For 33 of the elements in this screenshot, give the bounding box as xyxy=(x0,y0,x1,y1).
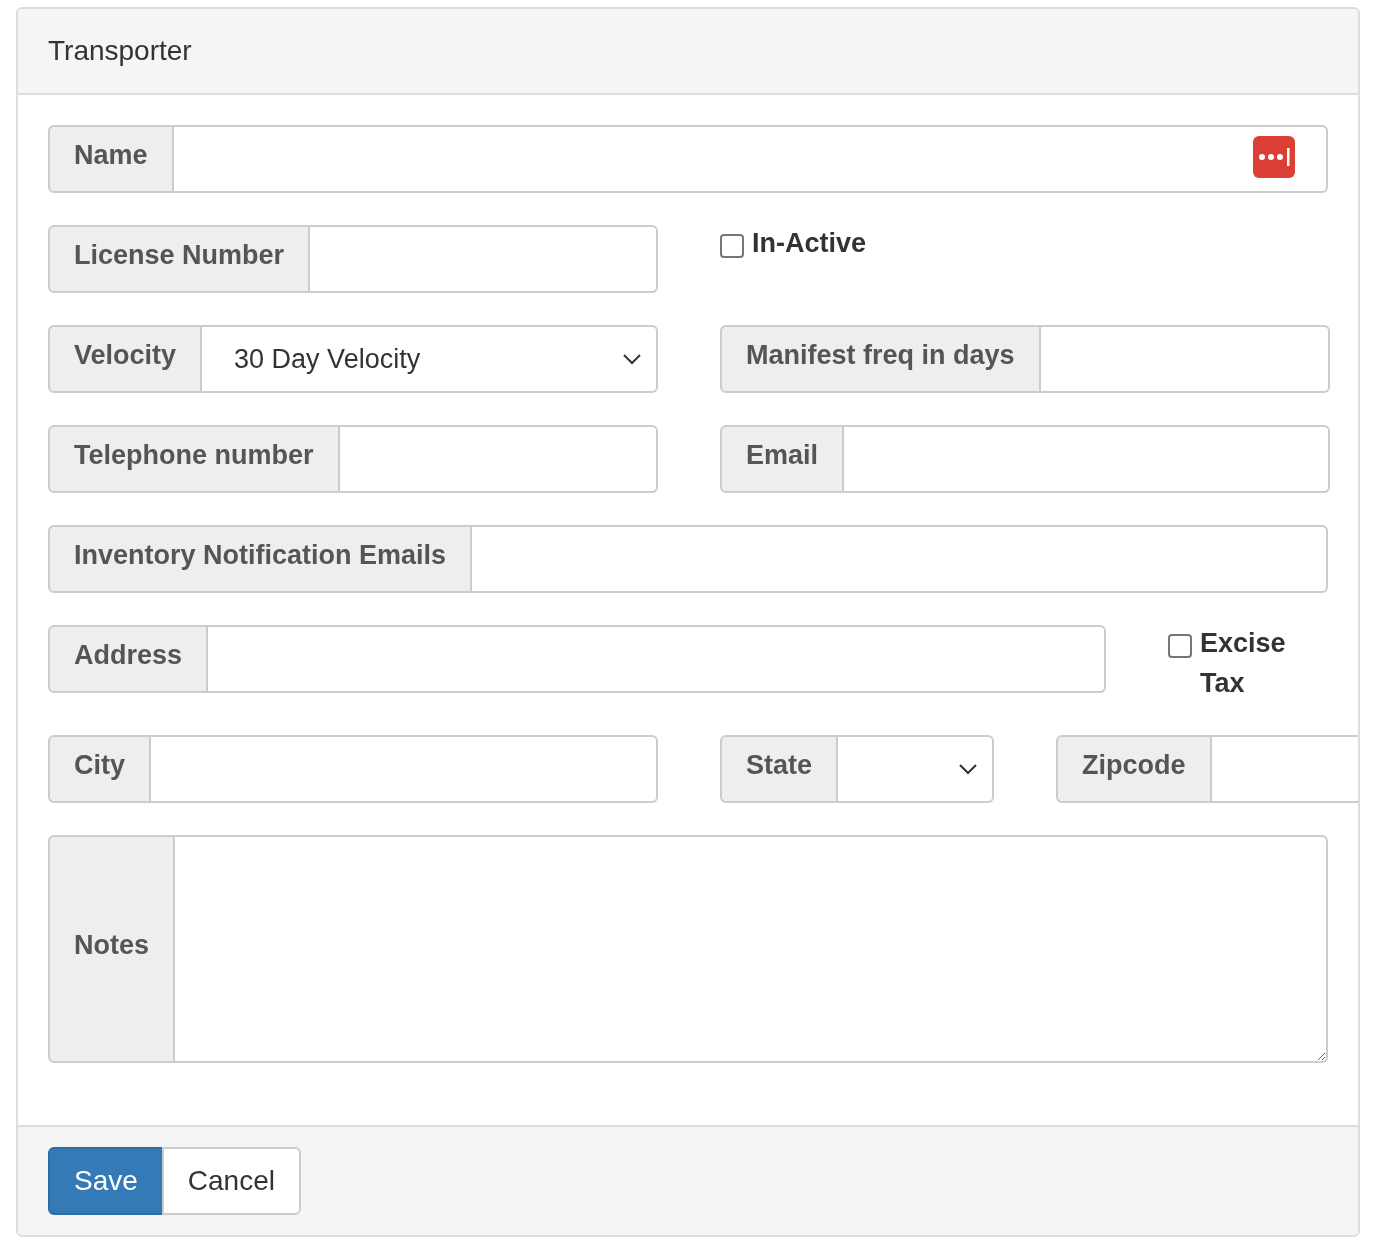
dropdown[interactable]: 30 Day Velocity xyxy=(202,325,658,393)
field-label: Inventory Notification Emails xyxy=(48,525,473,593)
field-label: Velocity xyxy=(48,325,203,393)
field-label: City xyxy=(48,735,151,803)
text-field[interactable] xyxy=(151,735,658,803)
checkbox[interactable] xyxy=(720,234,744,258)
field-label: Address xyxy=(48,625,209,693)
text-field[interactable] xyxy=(1040,325,1330,393)
password-manager-icon[interactable] xyxy=(1253,136,1295,178)
text-field[interactable] xyxy=(472,525,1328,593)
text-field[interactable] xyxy=(173,125,1328,193)
checkbox-label: In-Active xyxy=(752,227,867,260)
field-label: Name xyxy=(48,125,174,193)
checkbox[interactable] xyxy=(1168,634,1192,658)
chevron-down-icon xyxy=(622,353,642,365)
field-label: Notes xyxy=(48,835,175,1063)
text-field[interactable] xyxy=(208,625,1106,693)
save-button[interactable]: Save xyxy=(48,1147,164,1215)
field-label: State xyxy=(720,735,839,803)
cancel-button[interactable]: Cancel xyxy=(161,1147,301,1215)
dropdown[interactable] xyxy=(838,735,994,803)
text-field[interactable] xyxy=(339,425,658,493)
text-field[interactable] xyxy=(844,425,1330,493)
checkbox-label: Excise Tax xyxy=(1200,627,1287,700)
notes-field[interactable] xyxy=(175,835,1328,1063)
text-field[interactable] xyxy=(310,225,658,293)
field-label: Manifest freq in days xyxy=(720,325,1041,393)
field-label: Email xyxy=(720,425,845,493)
field-label: Zipcode xyxy=(1056,735,1212,803)
panel-title: Transporter xyxy=(48,35,192,67)
field-label: License Number xyxy=(48,225,311,293)
field-label: Telephone number xyxy=(48,425,340,493)
chevron-down-icon xyxy=(958,763,978,775)
